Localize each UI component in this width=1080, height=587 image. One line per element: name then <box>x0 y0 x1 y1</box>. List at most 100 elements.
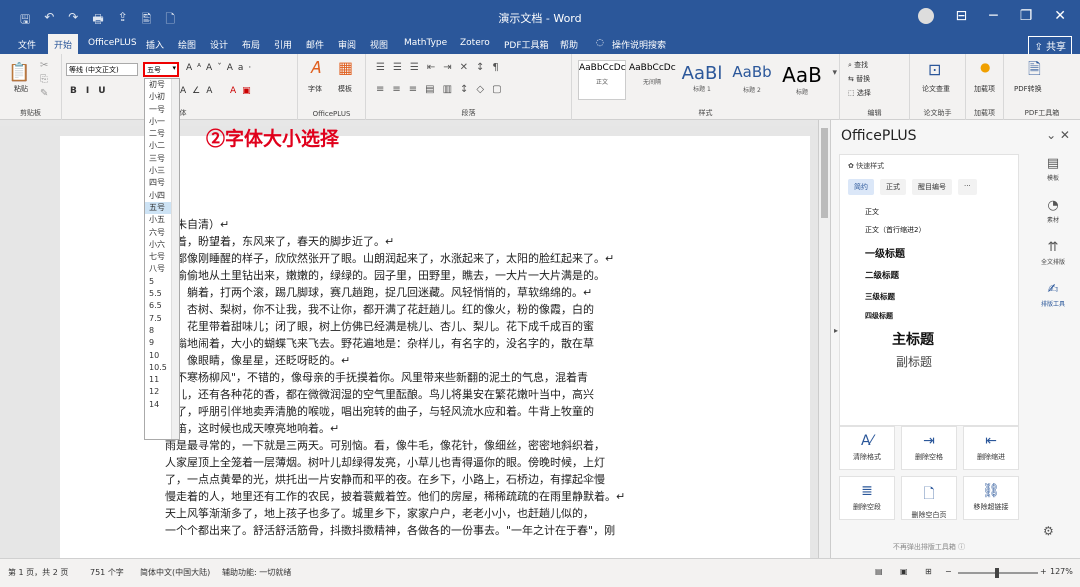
paste-label[interactable]: 粘贴 <box>14 84 28 94</box>
pdf-convert-button[interactable]: PDF转换 <box>1014 84 1042 94</box>
web-layout-icon[interactable]: ⊞ <box>925 567 932 576</box>
document-text[interactable]: （朱自清）↵ 望着，盼望着，东风来了，春天的脚步近了。↵ 切都像刚睡醒的样子，欣欣然… <box>165 216 665 539</box>
delete-blank-page-button[interactable]: 🗋 删除空白页 <box>901 476 957 520</box>
tab-references[interactable]: 引用 <box>274 38 292 51</box>
close-icon[interactable]: ⌄ ✕ <box>1046 128 1070 142</box>
tab-numbered[interactable]: 醒目编号 <box>912 179 952 195</box>
rail-typeset[interactable]: ✍ 排版工具 <box>1027 282 1079 324</box>
find-button[interactable]: ⌕ 查找 <box>848 60 868 70</box>
rail-fulltext[interactable]: ⇈ 全文排版 <box>1027 240 1079 282</box>
style-heading-2[interactable]: AaBb 标题 2 <box>728 60 776 100</box>
document-line[interactable]: 着，躺着，打两个滚，踢几脚球，赛几趟跑，捉几回迷藏。风轻悄悄的，草软绵绵的。↵ <box>165 284 665 301</box>
zoom-out-icon[interactable]: − <box>945 567 952 576</box>
word-count[interactable]: 751 个字 <box>90 567 124 578</box>
tab-officeplus[interactable]: OfficePLUS <box>88 38 137 48</box>
highlight-color-buttons[interactable]: A∠A <box>180 86 218 96</box>
delete-empty-paragraph-button[interactable]: ≣ 删除空段 <box>839 476 895 520</box>
document-line[interactable]: 面不寒杨柳风"，不错的，像母亲的手抚摸着你。风里带来些新翻的泥土的气息，混着青 <box>165 369 665 386</box>
tab-mathtype[interactable]: MathType <box>404 38 447 48</box>
tab-pdf-toolbox[interactable]: PDF工具箱 <box>504 38 549 51</box>
document-line[interactable]: 了，一点点黄晕的光，烘托出一片安静而和平的夜。在乡下，小路上，石桥边，有撑起伞慢 <box>165 471 665 488</box>
style-item-body[interactable]: 正文 <box>865 207 879 217</box>
rail-template[interactable]: ▤ 模板 <box>1027 156 1079 198</box>
tab-draw[interactable]: 绘图 <box>178 38 196 51</box>
font-color-button[interactable]: A▣ <box>230 86 257 96</box>
font-grow-shrink-buttons[interactable]: AᴬAˇAa· <box>186 63 256 73</box>
scroll-thumb[interactable] <box>821 128 828 218</box>
tab-layout[interactable]: 布局 <box>242 38 260 51</box>
tab-mailings[interactable]: 邮件 <box>306 38 324 51</box>
document-line[interactable]: 草偷偷地从土里钻出来，嫩嫩的，绿绿的。园子里，田野里，瞧去，一大片一大片满是的。 <box>165 267 665 284</box>
clear-format-button[interactable]: A⁄ 清除格式 <box>839 426 895 470</box>
document-line[interactable]: 味儿，还有各种花的香，都在微微润湿的空气里酝酿。鸟儿将巢安在繁花嫩叶当中，高兴 <box>165 386 665 403</box>
read-mode-icon[interactable]: ▤ <box>875 567 883 576</box>
document-line[interactable]: 雨是最寻常的，一下就是三两天。可别恼。看，像牛毛，像花针，像细丝，密密地斜织着， <box>165 437 665 454</box>
document-line[interactable]: 人家屋顶上全笼着一层薄烟。树叶儿却绿得发亮，小草儿也青得逼你的眼。傍晚时候，上灯 <box>165 454 665 471</box>
tab-help[interactable]: 帮助 <box>560 38 578 51</box>
share-button[interactable]: ⇪ 共享 <box>1028 36 1072 55</box>
document-line[interactable]: 短笛，这时候也成天嘹亮地响着。↵ <box>165 420 665 437</box>
tab-design[interactable]: 设计 <box>210 38 228 51</box>
style-normal[interactable]: AaBbCcDc 正文 <box>578 60 626 100</box>
delete-space-button[interactable]: ⇥ 删除空格 <box>901 426 957 470</box>
style-item-body-indent[interactable]: 正文（首行缩进2） <box>865 225 925 235</box>
accessibility-status[interactable]: 辅助功能: 一切就绪 <box>222 567 291 578</box>
delete-indent-button[interactable]: ⇤ 删除缩进 <box>963 426 1019 470</box>
replace-button[interactable]: ⇆ 替换 <box>848 74 870 84</box>
select-button[interactable]: ⬚ 选择 <box>848 88 871 98</box>
settings-icon[interactable]: ⚙ <box>1043 524 1054 538</box>
tab-simple[interactable]: 简约 <box>848 179 874 195</box>
document-line[interactable]: 一个个都出来了。舒活舒活筋骨，抖擞抖擞精神，各做各的一份事去。"一年之计在于春"… <box>165 522 665 539</box>
tab-formal[interactable]: 正式 <box>880 179 906 195</box>
document-line[interactable]: 里，像眼睛，像星星，还眨呀眨的。↵ <box>165 352 665 369</box>
style-item-h4[interactable]: 四级标题 <box>865 311 893 321</box>
restore-icon[interactable]: ❐ <box>1020 8 1033 24</box>
pdf-icon[interactable]: 🗎 <box>1028 58 1041 85</box>
styles-more-icon[interactable]: ▾ <box>832 68 837 78</box>
format-painter-icon[interactable]: ✎ <box>40 88 48 99</box>
tab-home[interactable]: 开始 <box>48 34 79 54</box>
page-indicator[interactable]: 第 1 页，共 2 页 <box>8 567 68 578</box>
collapse-arrow-icon[interactable]: ▸ <box>834 326 838 335</box>
avatar[interactable] <box>917 8 934 24</box>
template-icon[interactable]: ▦ <box>338 58 353 77</box>
document-line[interactable]: 雪。花里带着甜味儿；闭了眼，树上仿佛已经满是桃儿、杏儿、梨儿。花下成千成百的蜜 <box>165 318 665 335</box>
tab-view[interactable]: 视图 <box>370 38 388 51</box>
vertical-scrollbar[interactable] <box>818 120 830 558</box>
cut-icon[interactable]: ✂ <box>40 60 48 71</box>
style-heading-1[interactable]: AaBl 标题 1 <box>678 60 726 100</box>
copy-icon[interactable]: ⎘ <box>40 74 48 85</box>
document-line[interactable]: 慢走着的人，地里还有工作的农民，披着蓑戴着笠。他们的房屋，稀稀疏疏的在雨里静默着… <box>165 488 665 505</box>
remove-hyperlink-button[interactable]: ⛓ 移除超链接 <box>963 476 1019 520</box>
paper-check-icon[interactable]: ⊡ <box>928 60 941 79</box>
document-line[interactable]: 望着，盼望着，东风来了，春天的脚步近了。↵ <box>165 233 665 250</box>
style-item-main-title[interactable]: 主标题 <box>892 329 934 349</box>
print-layout-icon[interactable]: ▣ <box>900 567 908 576</box>
font-size-select[interactable]: 五号 ▾ <box>143 62 179 77</box>
zoom-in-icon[interactable]: + <box>1040 567 1047 576</box>
addin-button[interactable]: 加载项 <box>974 84 998 94</box>
tell-me-search[interactable]: 操作说明搜索 <box>612 38 666 51</box>
document-line[interactable]: 天上风筝渐渐多了，地上孩子也多了。城里乡下，家家户户，老老小小，也赶趟儿似的， <box>165 505 665 522</box>
close-icon[interactable]: ✕ <box>1054 8 1066 24</box>
tab-insert[interactable]: 插入 <box>146 38 164 51</box>
document-line[interactable]: 切都像刚睡醒的样子，欣欣然张开了眼。山朗润起来了，水涨起来了，太阳的脸红起来了。… <box>165 250 665 267</box>
chevron-down-icon[interactable]: ▾ <box>172 64 176 72</box>
style-item-h2[interactable]: 二级标题 <box>865 269 899 281</box>
officeplus-template-button[interactable]: 模板 <box>338 84 352 94</box>
document-line[interactable]: （朱自清）↵ <box>165 216 665 233</box>
language[interactable]: 简体中文(中国大陆) <box>140 567 210 578</box>
paper-check-button[interactable]: 论文查重 <box>922 84 950 94</box>
tab-review[interactable]: 审阅 <box>338 38 356 51</box>
bold-italic-underline-buttons[interactable]: BIU <box>70 86 115 96</box>
document-line[interactable]: 嗡嗡地闹着，大小的蝴蝶飞来飞去。野花遍地是：杂样儿，有名字的，没名字的，散在草 <box>165 335 665 352</box>
style-item-h3[interactable]: 三级标题 <box>865 291 895 302</box>
addin-icon[interactable]: ● <box>980 60 990 74</box>
style-item-h1[interactable]: 一级标题 <box>865 245 905 260</box>
style-title[interactable]: AaB 标题 <box>778 60 826 100</box>
font-style-icon[interactable]: 𝐴 <box>310 58 321 78</box>
document-line[interactable]: 树、杏树、梨树，你不让我，我不让你，都开满了花赶趟儿。红的像火，粉的像霞，白的 <box>165 301 665 318</box>
officeplus-font-button[interactable]: 字体 <box>308 84 322 94</box>
style-no-spacing[interactable]: AaBbCcDc 无间隔 <box>628 60 676 100</box>
document-line[interactable]: 来了，呼朋引伴地卖弄清脆的喉咙，唱出宛转的曲子，与轻风流水应和着。牛背上牧童的 <box>165 403 665 420</box>
